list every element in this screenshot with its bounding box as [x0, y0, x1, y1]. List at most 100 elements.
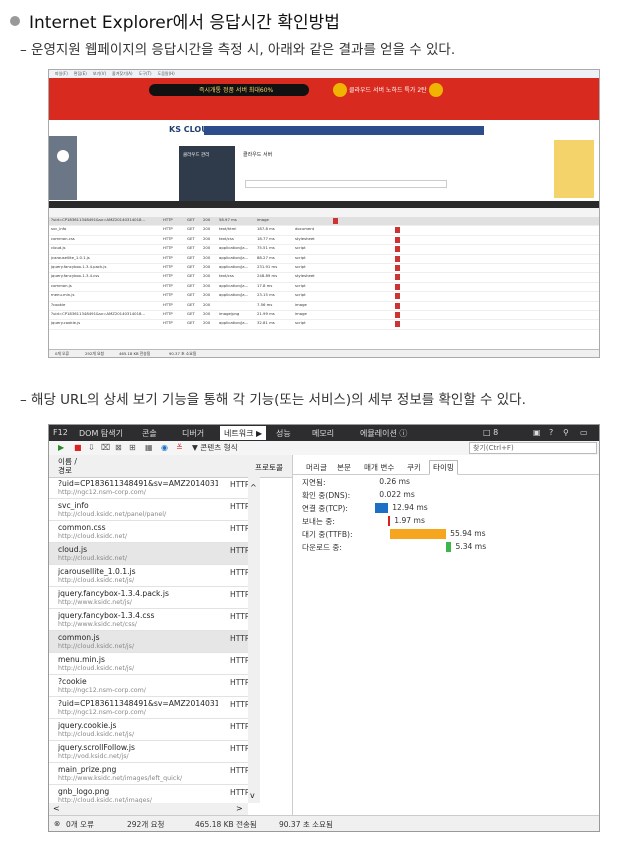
clear-entries-icon[interactable]: ≚	[176, 443, 183, 453]
request-name: jquery.cookie.js	[58, 721, 117, 730]
table-row[interactable]: menu.min.js HTTP GET 200 application/ja... 23…	[49, 292, 599, 302]
side-menu-box[interactable]: 클라우드 관리	[179, 146, 235, 202]
request-row[interactable]: jquery.cookie.js http://cloud.ksidc.net/j…	[49, 719, 250, 741]
window-icon[interactable]: ▭	[580, 428, 588, 437]
tab-cookies[interactable]: 쿠키	[407, 462, 421, 473]
devtools-tabbar[interactable]	[49, 201, 599, 208]
table-cell: image	[257, 217, 269, 222]
scroll-down-icon[interactable]: v	[250, 791, 255, 800]
export-icon[interactable]: ⇩	[88, 443, 95, 453]
side-ad[interactable]	[554, 140, 594, 198]
request-row[interactable]: jquery.fancybox-1.3.4.pack.js http://www.…	[49, 587, 249, 609]
scroll-left-icon[interactable]: <	[53, 804, 60, 813]
request-row[interactable]: svc_info http://cloud.ksidc.net/panel/pan…	[49, 499, 249, 521]
scroll-up-icon[interactable]: ^	[250, 483, 257, 492]
col-path-header[interactable]: 경로	[58, 465, 72, 476]
start-icon[interactable]: ▶	[58, 443, 64, 453]
cache-icon[interactable]: ⊞	[129, 443, 136, 453]
table-row[interactable]: jquery.cookie.js HTTP GET 200 application/ja…	[49, 320, 599, 330]
timing-label: 연결 중(TCP):	[302, 504, 348, 513]
table-cell	[217, 302, 255, 310]
timing-value: 0.022 ms	[379, 490, 415, 499]
heading-text: Internet Explorer에서 응답시간 확인방법	[29, 13, 340, 33]
table-row[interactable]: jquery.fancybox-1.3.4.pack.js HTTP GET 200 a…	[49, 263, 599, 274]
timeline-mark	[333, 218, 338, 224]
tab-debugger[interactable]: 디버거	[182, 428, 204, 439]
timeline-mark	[395, 321, 400, 328]
device-indicator[interactable]: □ 8	[483, 428, 498, 437]
console-icon[interactable]: ▣	[533, 428, 541, 437]
table-cell: 21.99 ms	[257, 310, 275, 316]
request-row[interactable]: menu.min.js http://cloud.ksidc.net/js/HTT…	[49, 653, 249, 675]
table-row[interactable]: jcarousellite_1.0.1.js HTTP GET 200 applicat…	[49, 255, 599, 264]
pin-icon[interactable]: ⚲	[563, 428, 569, 437]
request-row[interactable]: ?uid=CP183611348491&sv=AMZ20140314018&FC…	[49, 697, 249, 719]
tab-memory[interactable]: 메모리	[312, 428, 334, 439]
request-row[interactable]: jquery.fancybox-1.3.4.css http://www.ksid…	[49, 609, 250, 631]
help-icon[interactable]	[57, 150, 69, 162]
table-cell: text/html	[219, 226, 237, 232]
request-row[interactable]: jcarousellite_1.0.1.js http://cloud.ksidc…	[49, 565, 249, 587]
request-protocol: HTTP	[230, 524, 250, 533]
tab-timing[interactable]: 타이밍	[429, 460, 458, 475]
request-protocol: HTTP	[230, 744, 250, 753]
tab-network[interactable]: 네트워크 ▶	[220, 426, 267, 440]
always-refresh-icon[interactable]: ◉	[161, 443, 168, 453]
request-row[interactable]: common.css http://cloud.ksidc.net/HTTP	[49, 521, 250, 543]
status-elapsed: 90.37 초 소요됨	[279, 820, 333, 829]
tab-performance[interactable]: 성능	[276, 428, 291, 439]
tab-parameters[interactable]: 매개 변수	[364, 462, 394, 473]
table-cell: text/css	[219, 235, 234, 241]
stop-icon[interactable]: ■	[74, 443, 82, 453]
table-cell: 231.91 ms	[257, 263, 278, 269]
table-row[interactable]: common.js HTTP GET 200 application/ja... 17.8…	[49, 282, 599, 293]
table-cell: 200	[203, 310, 211, 316]
request-url: http://cloud.ksidc.net/panel/panel/	[58, 511, 167, 518]
promo-banner[interactable]: 즉시개통 정품 서버 최대60% 클라우드 서버 노하드 특가 2탄	[49, 78, 599, 120]
search-input[interactable]: 찾기(Ctrl+F)	[469, 442, 597, 454]
table-row[interactable]: jquery.fancybox-1.3.4.css HTTP GET 200 text/…	[49, 273, 599, 283]
timing-bar	[390, 529, 447, 539]
request-protocol: HTTP	[230, 612, 250, 621]
timing-label: 대기 중(TTFB):	[302, 530, 353, 539]
table-cell: HTTP	[163, 292, 173, 298]
table-row[interactable]: common.css HTTP GET 200 text/css 18.77 ms styl…	[49, 235, 599, 246]
request-row[interactable]: ?uid=CP183611348491&sv=AMZ20140314018&ur…	[49, 477, 249, 499]
cookie-icon[interactable]: ▦	[145, 443, 153, 453]
table-row[interactable]: svc_info HTTP GET 200 text/html 187.8 ms docum…	[49, 226, 599, 236]
content-type-filter[interactable]: ▼ 콘텐츠 형식	[192, 443, 238, 453]
tab-emulation[interactable]: 에뮬레이션 ⓘ	[360, 428, 407, 439]
table-row[interactable]: ?cookie HTTP GET 200 7.56 ms image	[49, 302, 599, 311]
clear-icon[interactable]: ⌧	[101, 443, 110, 453]
table-row[interactable]: cloud.js HTTP GET 200 application/ja... 75.51…	[49, 245, 599, 255]
timing-value: 5.34 ms	[455, 542, 487, 551]
clear-session-icon[interactable]: ⊠	[115, 443, 122, 453]
table-cell: jcarousellite_1.0.1.js	[51, 254, 90, 260]
request-protocol: HTTP	[230, 722, 250, 731]
help-icon[interactable]: ?	[549, 428, 553, 437]
banner-right-text: 클라우드 서버 노하드 특가 2탄	[349, 87, 427, 94]
request-row[interactable]: common.js http://cloud.ksidc.net/js/HTTP	[49, 631, 249, 653]
col-protocol-header[interactable]: 프로토콜	[255, 462, 283, 473]
tab-console[interactable]: 콘솔	[142, 428, 157, 439]
request-row[interactable]: jquery.scrollFollow.js http://vod.ksidc.n…	[49, 741, 250, 763]
request-row[interactable]: main_prize.png http://www.ksidc.net/image…	[49, 763, 249, 785]
request-row[interactable]: cloud.js http://cloud.ksidc.net/HTTP	[49, 543, 249, 565]
table-cell: HTTP	[163, 245, 173, 251]
horizontal-scrollbar[interactable]: < >	[49, 803, 248, 815]
tab-body[interactable]: 본문	[337, 462, 351, 473]
request-row[interactable]: ?cookie http://ngc12.nsm-corp.com/HTTP	[49, 675, 249, 697]
scroll-right-icon[interactable]: >	[236, 804, 243, 813]
vertical-scrollbar[interactable]: ^ v	[248, 475, 260, 803]
tab-headers[interactable]: 머리글	[306, 462, 327, 473]
error-icon: ⊗	[54, 819, 61, 828]
table-cell: 58.97 ms	[219, 217, 237, 222]
tab-dom-explorer[interactable]: DOM 탐색기	[79, 428, 123, 439]
site-nav-bar[interactable]	[204, 126, 484, 135]
table-row[interactable]: ?uid=CP183611348491&sv=AMZ20140314018...…	[49, 310, 599, 321]
table-cell: application/ja...	[219, 282, 249, 288]
screenshot-detail: F12 DOM 탐색기 콘솔 디버거 네트워크 ▶ 성능 메모리 에뮬레이션 ⓘ…	[48, 424, 600, 832]
left-quick-menu[interactable]	[49, 136, 77, 200]
table-row[interactable]: ?uid=CP183611348491&sv=AMZ20140314018...…	[49, 217, 599, 227]
timeline-mark	[395, 311, 400, 318]
